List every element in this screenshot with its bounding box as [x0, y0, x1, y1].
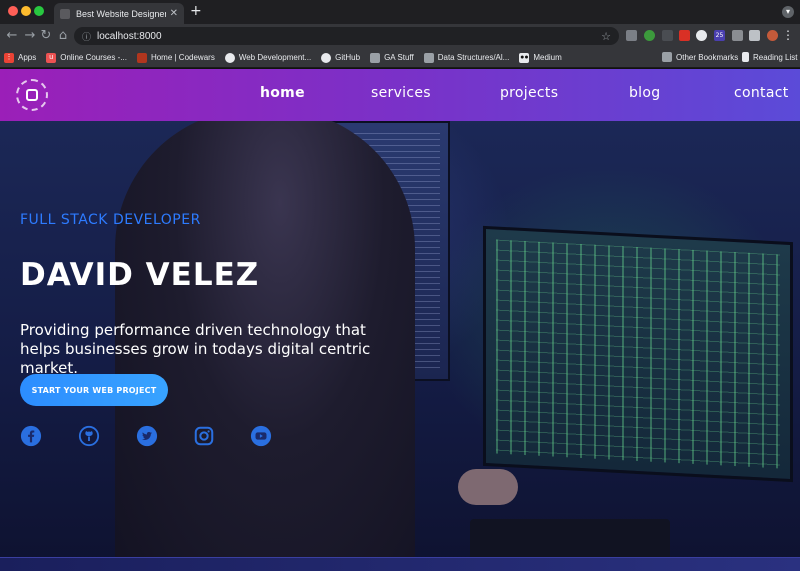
instagram-icon[interactable] [193, 425, 215, 447]
profile-avatar[interactable] [767, 30, 778, 41]
nav-services[interactable]: services [371, 85, 431, 101]
home-icon[interactable]: ⌂ [55, 28, 71, 44]
site-info-icon[interactable]: ⓘ [82, 30, 91, 43]
extension-tree-icon[interactable] [644, 30, 655, 41]
site-navbar: home services projects blog contact [0, 69, 800, 121]
bookmark-label: GA Stuff [384, 53, 414, 62]
extension-icon[interactable] [732, 30, 743, 41]
site-logo-icon[interactable] [16, 79, 48, 111]
bookmark-label: Online Courses -... [60, 53, 127, 62]
apps-grid-icon: ⋮ [4, 52, 14, 63]
youtube-icon[interactable] [250, 425, 272, 447]
tab-search-icon[interactable]: ▾ [782, 6, 794, 18]
codewars-icon [136, 52, 147, 63]
reading-list-icon [742, 52, 749, 62]
hero-name: DAVID VELEZ [20, 257, 260, 293]
github-icon [321, 52, 332, 63]
tab-close-icon[interactable]: ✕ [170, 8, 178, 19]
bookmark-codewars[interactable]: Home | Codewars [136, 52, 215, 63]
browser-menu-icon[interactable]: ⋮ [782, 28, 794, 42]
bookmark-github[interactable]: GitHub [321, 52, 361, 63]
background-monitor-right [483, 225, 793, 483]
extension-icon[interactable] [679, 30, 690, 41]
bookmark-label: Home | Codewars [150, 53, 215, 62]
folder-icon [662, 52, 672, 62]
bookmark-label: Apps [18, 53, 37, 62]
reading-list[interactable]: Reading List [742, 52, 797, 62]
new-tab-button[interactable]: + [190, 4, 202, 18]
tab-favicon-icon [60, 8, 70, 19]
address-bar[interactable]: ⓘ localhost:8000 ☆ [74, 27, 619, 45]
bookmark-apps[interactable]: ⋮ Apps [4, 52, 37, 63]
browser-toolbar: ← → ↻ ⌂ ⓘ localhost:8000 ☆ 25 ⋮ [0, 24, 800, 48]
forward-icon[interactable]: → [22, 28, 38, 44]
minimize-window-icon[interactable] [21, 6, 31, 16]
extension-icon[interactable] [662, 30, 673, 41]
folder-icon [423, 52, 434, 63]
back-icon[interactable]: ← [4, 28, 20, 44]
bookmark-label: Data Structures/Al... [437, 53, 510, 62]
bookmark-medium[interactable]: ●● Medium [519, 52, 562, 63]
url-text: localhost:8000 [97, 30, 162, 42]
bookmark-label: Medium [533, 53, 562, 62]
nav-home[interactable]: home [260, 85, 305, 101]
bookmark-label: GitHub [335, 53, 361, 62]
hero-role: FULL STACK DEVELOPER [20, 212, 201, 228]
background-hand [458, 469, 518, 505]
medium-icon: ●● [519, 52, 530, 63]
nav-contact[interactable]: contact [734, 85, 789, 101]
bookmarks-bar: ⋮ Apps u Online Courses -... Home | Code… [0, 48, 800, 68]
extensions-puzzle-icon[interactable] [749, 30, 760, 41]
github-icon[interactable] [78, 425, 100, 447]
website-viewport: home services projects blog contact FULL… [0, 69, 800, 571]
other-bookmarks-label: Other Bookmarks [676, 52, 739, 62]
extension-icon[interactable] [696, 30, 707, 41]
bookmark-web-development[interactable]: Web Development... [224, 52, 312, 63]
nav-projects[interactable]: projects [500, 85, 558, 101]
reading-list-label: Reading List [753, 52, 798, 62]
extension-icon[interactable] [626, 30, 637, 41]
nav-blog[interactable]: blog [629, 85, 660, 101]
hero-tagline: Providing performance driven technology … [20, 321, 371, 377]
extension-badge-icon[interactable]: 25 [714, 30, 725, 41]
bookmark-label: Web Development... [238, 53, 312, 62]
other-bookmarks[interactable]: Other Bookmarks [662, 52, 738, 62]
twitter-icon[interactable] [136, 425, 158, 447]
tab-title: Best Website Designers NYC | [76, 8, 166, 19]
reload-icon[interactable]: ↻ [38, 28, 54, 44]
bookmark-online-courses[interactable]: u Online Courses -... [46, 52, 127, 63]
bookmark-star-icon[interactable]: ☆ [601, 30, 611, 43]
maximize-window-icon[interactable] [34, 6, 44, 16]
facebook-icon[interactable] [20, 425, 42, 447]
bookmark-ga-stuff[interactable]: GA Stuff [370, 52, 414, 63]
browser-tab-bar: Best Website Designers NYC | ✕ + ▾ [0, 0, 800, 24]
next-section-edge [0, 557, 800, 571]
folder-icon [370, 52, 381, 63]
udemy-icon: u [46, 52, 57, 63]
bookmark-data-structures[interactable]: Data Structures/Al... [423, 52, 510, 63]
start-web-project-button[interactable]: START YOUR WEB PROJECT [20, 374, 168, 406]
webdev-icon [224, 52, 235, 63]
browser-tab[interactable]: Best Website Designers NYC | ✕ [54, 3, 184, 24]
close-window-icon[interactable] [8, 6, 18, 16]
